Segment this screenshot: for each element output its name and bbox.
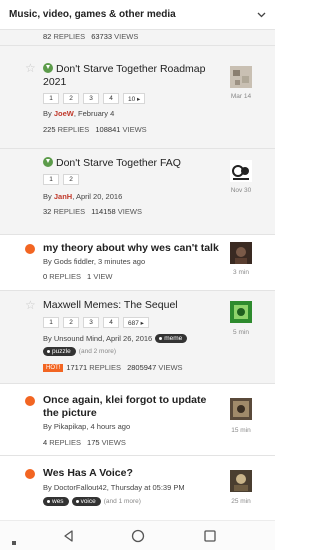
topic-title[interactable]: Maxwell Memes: The Sequel	[43, 299, 223, 312]
topic-row-partial[interactable]: 82 REPLIES 63733 VIEWS	[0, 30, 275, 46]
topic-row[interactable]: Don't Starve Together FAQ 1 2 By JanH, A…	[0, 149, 275, 235]
tags-more-link[interactable]: (and 2 more)	[79, 348, 116, 355]
unread-dot	[25, 469, 35, 479]
topic-list: 82 REPLIES 63733 VIEWS ☆ Don't Starve To…	[0, 30, 275, 520]
unread-dot	[25, 396, 35, 406]
replies-count: 0	[43, 272, 48, 281]
home-icon[interactable]	[131, 529, 145, 543]
pinned-icon	[43, 63, 53, 73]
replies-label: REPLIES	[53, 32, 86, 41]
page-link[interactable]: 1	[43, 174, 59, 185]
pinned-icon	[43, 157, 53, 167]
topic-meta-tags: By Unsound Mind, April 26, 2016 meme	[43, 334, 188, 343]
last-post-time: 25 min	[231, 498, 251, 505]
page-link[interactable]: 1	[43, 93, 59, 104]
last-post-time: Mar 14	[230, 93, 252, 100]
views-count: 114158	[91, 207, 116, 216]
replies-count: 82	[43, 32, 52, 41]
last-post-time: 15 min	[231, 427, 251, 434]
topic-stats: 0 REPLIES 1 VIEW	[43, 272, 113, 281]
page-link[interactable]: 1	[43, 317, 59, 328]
system-nav-bar	[0, 520, 275, 550]
topic-row[interactable]: ☆ Don't Starve Together Roadmap 2021 1 2…	[0, 46, 275, 149]
topic-meta: By JanH, April 20, 2016	[43, 192, 123, 201]
avatar[interactable]	[230, 160, 252, 182]
page-link[interactable]: 3	[83, 93, 99, 104]
topic-title[interactable]: Don't Starve Together FAQ	[43, 157, 223, 170]
avatar[interactable]	[230, 66, 252, 88]
topic-tags: puzzle (and 2 more)	[43, 347, 116, 356]
views-label: VIEWS	[114, 32, 139, 41]
views-count: 2805947	[127, 363, 157, 372]
topic-stats: 225 REPLIES 108841 VIEWS	[43, 125, 147, 134]
topic-stats: HOT! 17171 REPLIES 2805947 VIEWS	[43, 363, 183, 372]
pagination: 1 2 3 4 10 ▸	[43, 93, 146, 104]
star-icon[interactable]: ☆	[25, 62, 36, 74]
author-link[interactable]: JoeW	[54, 109, 74, 118]
replies-count: 17171	[66, 363, 88, 372]
topic-row[interactable]: Once again, klei forgot to update the pi…	[0, 384, 275, 456]
page-link[interactable]: 4	[103, 93, 119, 104]
views-count: 175	[87, 438, 100, 447]
avatar[interactable]	[230, 398, 252, 420]
replies-count: 4	[43, 438, 48, 447]
avatar[interactable]	[230, 470, 252, 492]
topic-title[interactable]: Don't Starve Together Roadmap 2021	[43, 63, 223, 89]
topic-meta: By DoctorFallout42, Thursday at 05:39 PM	[43, 483, 185, 492]
tag-chip[interactable]: wes	[43, 497, 69, 506]
avatar[interactable]	[230, 301, 252, 323]
replies-count: 32	[43, 207, 52, 216]
forum-title: Music, video, games & other media	[9, 9, 176, 20]
recents-icon[interactable]	[203, 529, 217, 543]
page-link[interactable]: 3	[83, 317, 99, 328]
tag-chip[interactable]: puzzle	[43, 347, 76, 356]
views-count: 63733	[91, 32, 113, 41]
chevron-down-icon[interactable]	[256, 10, 266, 20]
page-link[interactable]: 2	[63, 174, 79, 185]
tag-chip[interactable]: voice	[71, 497, 101, 506]
topic-stats: 4 REPLIES 175 VIEWS	[43, 438, 126, 447]
topic-stats: 82 REPLIES 63733 VIEWS	[43, 32, 138, 41]
replies-count: 225	[43, 125, 56, 134]
topic-meta: By Pikapikap, 4 hours ago	[43, 422, 131, 431]
topic-row[interactable]: ☆ Maxwell Memes: The Sequel 1 2 3 4 687 …	[0, 291, 275, 384]
forum-header[interactable]: Music, video, games & other media	[0, 0, 275, 30]
page-link-last[interactable]: 10 ▸	[123, 93, 146, 104]
topic-tags: wes voice (and 1 more)	[43, 497, 141, 506]
author-link[interactable]: JanH	[54, 192, 72, 201]
last-post-time: 5 min	[233, 329, 249, 336]
avatar[interactable]	[230, 242, 252, 264]
page-link-last[interactable]: 687 ▸	[123, 317, 149, 328]
topic-meta: By JoeW, February 4	[43, 109, 115, 118]
topic-meta: By Gods fiddler, 3 minutes ago	[43, 257, 146, 266]
page-link[interactable]: 4	[103, 317, 119, 328]
topic-meta: By Unsound Mind, April 26, 2016	[43, 334, 153, 343]
last-post-time: Nov 30	[230, 187, 252, 194]
star-icon[interactable]: ☆	[25, 299, 36, 311]
back-icon[interactable]	[62, 529, 76, 543]
views-count: 108841	[95, 125, 121, 134]
views-count: 1	[87, 272, 92, 281]
menu-dot-icon[interactable]	[12, 533, 17, 545]
page-link[interactable]: 2	[63, 317, 79, 328]
tag-chip[interactable]: meme	[155, 334, 188, 343]
topic-row[interactable]: Wes Has A Voice? By DoctorFallout42, Thu…	[0, 456, 275, 520]
page-link[interactable]: 2	[63, 93, 79, 104]
topic-title[interactable]: my theory about why wes can't talk	[43, 242, 223, 255]
hot-badge: HOT!	[43, 364, 64, 372]
unread-dot	[25, 244, 35, 254]
pagination: 1 2	[43, 174, 79, 185]
topic-stats: 32 REPLIES 114158 VIEWS	[43, 207, 142, 216]
topic-title[interactable]: Once again, klei forgot to update the pi…	[43, 394, 223, 420]
last-post-time: 3 min	[233, 269, 249, 276]
topic-row[interactable]: my theory about why wes can't talk By Go…	[0, 235, 275, 291]
tags-more-link[interactable]: (and 1 more)	[104, 498, 141, 505]
topic-title[interactable]: Wes Has A Voice?	[43, 467, 223, 480]
pagination: 1 2 3 4 687 ▸	[43, 317, 149, 328]
